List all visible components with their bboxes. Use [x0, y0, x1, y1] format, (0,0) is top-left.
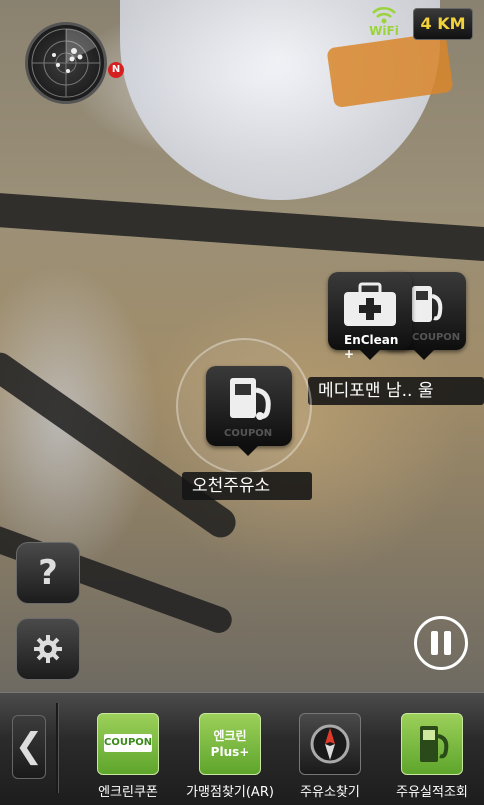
radar-widget[interactable]: [25, 22, 107, 104]
poi-sub-label: EnClean +: [344, 333, 399, 361]
back-button[interactable]: ❮: [12, 715, 46, 779]
background-cable: [0, 191, 484, 263]
north-indicator: N: [108, 62, 124, 78]
poi-sub-label: COUPON: [412, 332, 461, 343]
wifi-label: WiFi: [369, 24, 399, 38]
wifi-icon: [372, 6, 396, 24]
fuel-pump-icon: [401, 713, 463, 775]
pause-icon: [444, 631, 451, 655]
nav-item-label: 가맹점찾기(AR): [186, 785, 274, 800]
enclean-plus-icon: 엔크린 Plus+: [199, 713, 261, 775]
compass-icon: [299, 713, 361, 775]
coupon-icon-text: COUPON: [104, 734, 152, 752]
enclean-plus-icon-text: 엔크린 Plus+: [210, 729, 250, 759]
poi-label-first-aid[interactable]: 메디포맨 남.. 울: [308, 377, 484, 405]
poi-marker-gas-station[interactable]: COUPON: [206, 366, 292, 456]
coupon-icon: COUPON: [97, 713, 159, 775]
distance-range-button[interactable]: 4 KM: [413, 8, 473, 40]
poi-label-gas-station[interactable]: 오천주유소: [182, 472, 312, 500]
poi-sub-label: COUPON: [224, 428, 273, 439]
chevron-left-icon: ❮: [14, 726, 44, 766]
nav-item-fuel-history[interactable]: 주유실적조회: [382, 713, 482, 800]
nav-item-gas-search[interactable]: 주유소찾기: [280, 713, 380, 800]
bottom-nav-bar: ❮ COUPON 엔크린쿠폰 엔크린 Plus+ 가맹점찾기(AR) 주유소찾기: [0, 692, 484, 805]
settings-button[interactable]: [16, 618, 80, 680]
nav-item-label: 엔크린쿠폰: [98, 785, 158, 800]
radar-icon: [31, 28, 101, 98]
pause-icon: [431, 631, 438, 655]
gear-icon: [34, 635, 62, 663]
divider: [56, 703, 58, 793]
nav-item-label: 주유실적조회: [396, 785, 468, 800]
nav-item-coupon[interactable]: COUPON 엔크린쿠폰: [78, 713, 178, 800]
help-button[interactable]: ?: [16, 542, 80, 604]
pause-button[interactable]: [414, 616, 468, 670]
poi-marker-first-aid[interactable]: EnClean +: [328, 272, 412, 361]
wifi-status: WiFi: [364, 6, 404, 42]
nav-item-ar-search[interactable]: 엔크린 Plus+ 가맹점찾기(AR): [180, 713, 280, 800]
nav-item-label: 주유소찾기: [300, 785, 360, 800]
